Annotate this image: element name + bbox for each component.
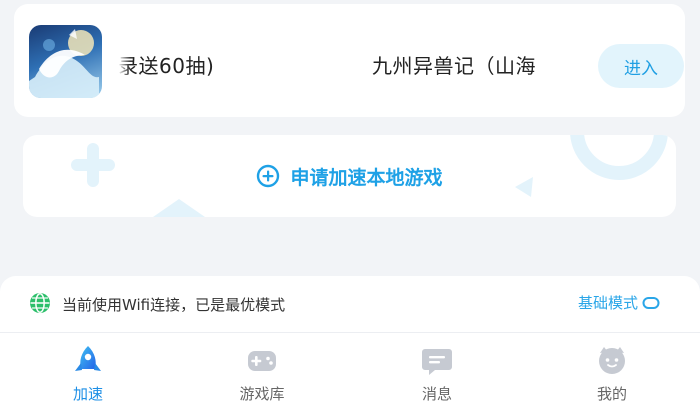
apply-local-game-label: 申请加速本地游戏: [290, 166, 443, 189]
game-promo-text: 录送60抽): [118, 54, 215, 78]
tab-messages[interactable]: 消息: [382, 333, 492, 411]
tab-accelerate[interactable]: 加速: [33, 333, 143, 411]
tab-game-library[interactable]: 游戏库: [207, 333, 317, 411]
game-name: 九州异兽记（山海: [372, 54, 536, 78]
game-title-marquee: 录送60抽) 九州异兽记（山海: [118, 46, 564, 80]
tab-label: 加速: [72, 385, 103, 403]
game-card[interactable]: 录送60抽) 九州异兽记（山海 进入: [14, 4, 685, 117]
tab-label: 我的: [596, 385, 627, 403]
switch-icon: [642, 296, 660, 310]
mode-switch-button[interactable]: 基础模式: [578, 292, 660, 313]
bottom-tab-bar: 加速 游戏库 消息 我的: [0, 333, 700, 411]
profile-icon: [595, 343, 629, 377]
network-status-bar: 当前使用Wifi连接，已是最优模式 基础模式: [0, 276, 700, 333]
gamepad-icon: [245, 343, 279, 377]
globe-icon: [29, 292, 51, 318]
mode-label: 基础模式: [578, 294, 639, 312]
add-circle-icon: [256, 164, 280, 188]
tab-label: 游戏库: [239, 385, 285, 403]
game-thumbnail[interactable]: [29, 25, 102, 98]
network-status-text: 当前使用Wifi连接，已是最优模式: [62, 296, 286, 314]
apply-local-game-card[interactable]: 申请加速本地游戏: [23, 135, 676, 217]
tab-profile[interactable]: 我的: [557, 333, 667, 411]
tab-label: 消息: [421, 385, 452, 403]
message-icon: [420, 343, 454, 377]
enter-button[interactable]: 进入: [598, 44, 684, 88]
rocket-icon: [71, 343, 105, 377]
